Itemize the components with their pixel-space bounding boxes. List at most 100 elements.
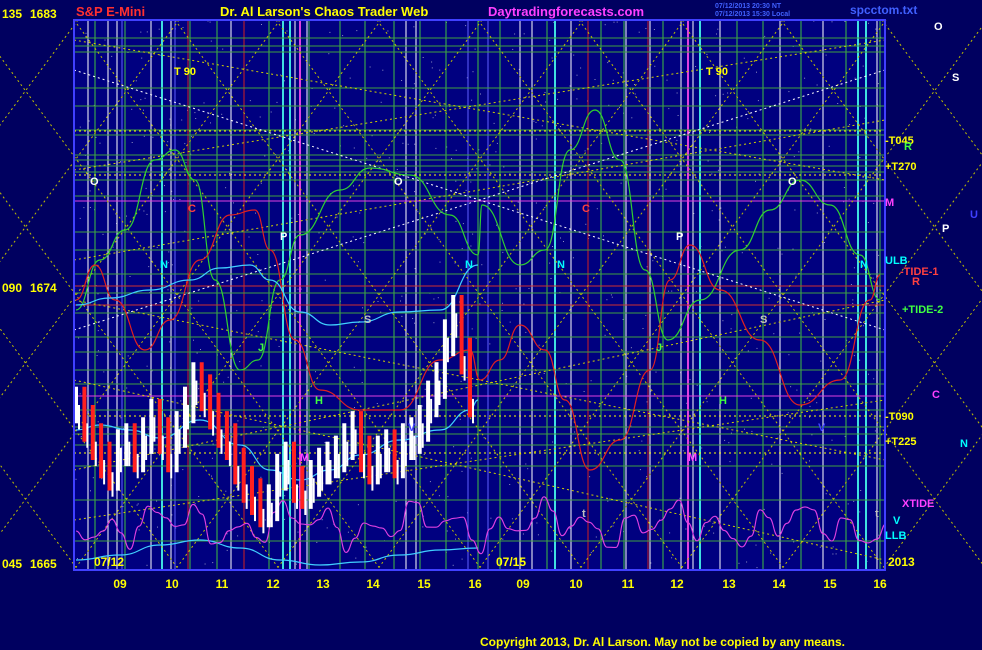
star-dot — [612, 525, 614, 527]
star-dot — [544, 92, 546, 93]
star-dot — [730, 432, 732, 434]
star-dot — [248, 236, 250, 238]
marker-label: T 90 — [174, 66, 196, 78]
star-dot — [650, 562, 652, 564]
star-dot — [280, 74, 281, 76]
star-dot — [148, 266, 150, 268]
star-dot — [434, 114, 436, 116]
star-dot — [472, 233, 474, 235]
marker-label: R — [904, 141, 912, 153]
marker-label: T 90 — [706, 66, 728, 78]
star-dot — [184, 143, 186, 145]
star-dot — [225, 490, 227, 492]
star-dot — [843, 187, 845, 188]
star-dot — [223, 435, 225, 436]
star-dot — [77, 558, 78, 560]
star-dot — [703, 525, 705, 527]
copyright-label: Copyright 2013, Dr. Al Larson. May not b… — [480, 635, 845, 649]
star-dot — [669, 532, 671, 534]
star-dot — [724, 439, 726, 441]
star-dot — [140, 99, 142, 101]
star-dot — [83, 207, 85, 209]
star-dot — [112, 246, 114, 248]
star-dot — [544, 207, 546, 208]
planet-label: P — [942, 223, 949, 235]
star-dot — [551, 57, 553, 59]
star-dot — [493, 122, 495, 124]
star-dot — [198, 300, 200, 302]
star-dot — [572, 257, 574, 259]
star-dot — [509, 321, 511, 323]
star-dot — [226, 533, 228, 535]
star-dot — [756, 71, 757, 73]
website-label: Daytradingforecasts.com — [488, 4, 644, 19]
star-dot — [136, 504, 138, 506]
marker-label: H — [719, 395, 727, 407]
star-dot — [227, 376, 229, 378]
star-dot — [824, 319, 826, 320]
star-dot — [728, 442, 730, 444]
star-dot — [328, 53, 330, 55]
star-dot — [474, 48, 476, 50]
star-dot — [595, 536, 597, 538]
star-dot — [722, 320, 724, 322]
star-dot — [122, 506, 124, 508]
planet-label: U — [970, 209, 978, 221]
star-dot — [79, 126, 81, 128]
star-dot — [603, 235, 604, 237]
star-dot — [260, 476, 262, 478]
star-dot — [573, 54, 575, 56]
star-dot — [853, 267, 855, 269]
star-dot — [609, 498, 611, 500]
star-dot — [874, 430, 876, 432]
star-dot — [809, 460, 810, 462]
star-dot — [221, 113, 223, 115]
star-dot — [479, 303, 481, 305]
marker-label: N — [465, 259, 473, 271]
star-dot — [357, 504, 359, 506]
star-dot — [138, 529, 140, 531]
star-dot — [229, 172, 230, 174]
marker-label: V — [818, 422, 826, 434]
star-dot — [465, 25, 467, 27]
star-dot — [496, 142, 498, 144]
star-dot — [257, 331, 259, 333]
star-dot — [126, 387, 128, 389]
star-dot — [297, 288, 299, 290]
star-dot — [756, 567, 758, 569]
star-dot — [88, 120, 90, 122]
star-dot — [711, 173, 713, 175]
star-dot — [852, 299, 854, 301]
star-dot — [747, 118, 749, 120]
star-dot — [85, 32, 87, 34]
star-dot — [144, 97, 146, 99]
star-dot — [152, 136, 154, 138]
star-dot — [716, 33, 717, 35]
star-dot — [460, 380, 462, 382]
star-dot — [590, 380, 592, 382]
star-dot — [543, 373, 545, 374]
x-tick-label: 13 — [722, 577, 736, 591]
star-dot — [179, 199, 181, 200]
star-dot — [622, 319, 624, 320]
star-dot — [788, 91, 790, 93]
star-dot — [747, 111, 749, 112]
star-dot — [722, 93, 724, 95]
star-dot — [853, 355, 855, 357]
star-dot — [529, 182, 531, 184]
star-dot — [154, 448, 156, 450]
star-dot — [455, 149, 457, 151]
star-dot — [286, 30, 288, 32]
x-tick-label: 12 — [670, 577, 684, 591]
star-dot — [594, 79, 596, 80]
star-dot — [264, 155, 266, 157]
star-dot — [147, 428, 149, 430]
instrument-label: S&P E-Mini — [76, 4, 145, 19]
star-dot — [606, 299, 608, 301]
star-dot — [642, 328, 644, 329]
star-dot — [545, 101, 547, 103]
marker-label: O — [788, 176, 797, 188]
star-dot — [453, 446, 455, 448]
marker-label: C — [582, 203, 590, 215]
star-dot — [490, 517, 492, 519]
